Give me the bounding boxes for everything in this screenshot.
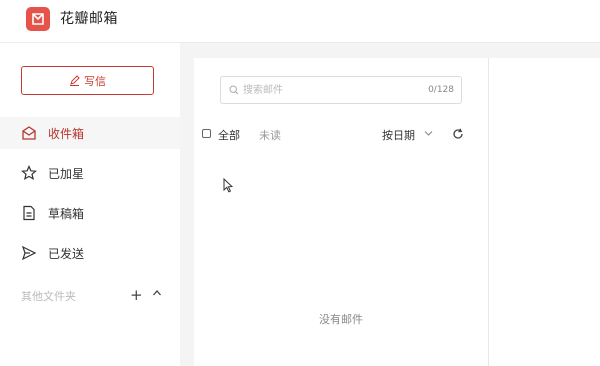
app-title: 花瓣邮箱	[60, 11, 118, 27]
result-count: 0/128	[428, 85, 454, 95]
draft-icon	[23, 205, 35, 221]
sidebar-item-sent[interactable]: 已发送	[0, 237, 180, 269]
sidebar-item-label: 已发送	[48, 247, 85, 261]
sidebar-item-label: 已加星	[48, 167, 85, 181]
mouse-cursor-icon	[223, 178, 233, 193]
mail-detail-panel	[489, 58, 600, 366]
sidebar-item-drafts[interactable]: 草稿箱	[0, 197, 180, 229]
chevron-down-icon[interactable]	[424, 130, 433, 137]
search-icon	[229, 85, 239, 95]
search-box: 0/128	[220, 76, 462, 104]
sidebar-item-label: 草稿箱	[48, 207, 85, 221]
filter-unread[interactable]: 未读	[259, 127, 281, 143]
inbox-icon	[22, 126, 36, 140]
empty-state-text: 没有邮件	[319, 313, 363, 326]
other-folders-label: 其他文件夹	[21, 290, 76, 303]
filter-all[interactable]: 全部	[218, 127, 240, 143]
chevron-up-icon[interactable]	[152, 289, 162, 297]
compose-button[interactable]: 写信	[21, 66, 154, 95]
filter-bar: 全部 未读 按日期	[202, 126, 482, 144]
send-icon	[21, 245, 37, 261]
search-input[interactable]	[243, 81, 403, 99]
star-icon	[21, 165, 37, 181]
add-folder-button[interactable]: +	[130, 286, 143, 304]
sidebar: 写信 收件箱 已加星 草稿箱 已发送 其他文件夹 +	[0, 43, 180, 366]
sidebar-item-starred[interactable]: 已加星	[0, 157, 180, 189]
sort-by-date[interactable]: 按日期	[382, 127, 415, 143]
sidebar-item-inbox[interactable]: 收件箱	[0, 117, 180, 149]
sidebar-item-label: 收件箱	[48, 127, 85, 141]
refresh-icon[interactable]	[452, 128, 464, 140]
compose-label: 写信	[84, 74, 106, 88]
other-folders-section: 其他文件夹 +	[21, 286, 171, 306]
mail-list-panel: 0/128 全部 未读 按日期 没有邮件	[194, 58, 488, 366]
top-bar: 花瓣邮箱	[0, 0, 600, 43]
select-all-checkbox[interactable]	[202, 129, 211, 138]
pen-icon	[70, 75, 80, 86]
mail-logo-icon	[26, 7, 50, 31]
